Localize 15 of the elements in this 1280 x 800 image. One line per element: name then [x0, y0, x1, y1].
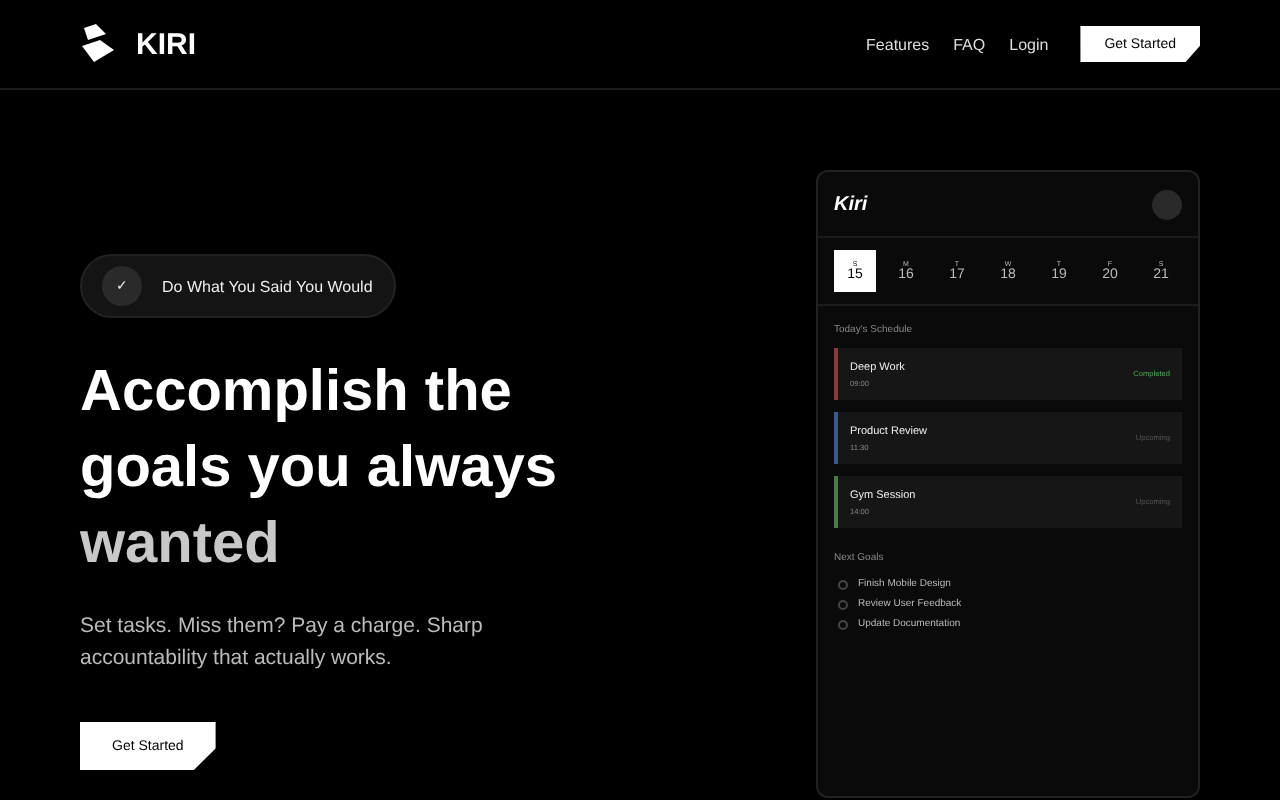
headline-line: wanted [80, 510, 282, 580]
logo-icon [80, 24, 118, 64]
hero-subtitle: Set tasks. Miss them? Pay a charge. Sharp accountability that actually works. [80, 612, 485, 674]
nav-link[interactable]: Login [1009, 35, 1049, 53]
goal-circle-icon[interactable] [838, 599, 848, 609]
nav-link[interactable]: Features [866, 35, 930, 53]
avatar[interactable] [1152, 189, 1182, 219]
goal-circle-icon[interactable] [838, 579, 848, 589]
tagline: Do What You Said You Would [162, 277, 373, 295]
headline-line: goals you always [80, 434, 558, 504]
goal-circle-icon[interactable] [838, 619, 848, 629]
headline-line: Accomplish the [80, 358, 514, 428]
brand-name: KIRI [136, 27, 196, 61]
nav-link[interactable]: FAQ [953, 35, 986, 53]
app-title: Kiri [834, 193, 868, 215]
